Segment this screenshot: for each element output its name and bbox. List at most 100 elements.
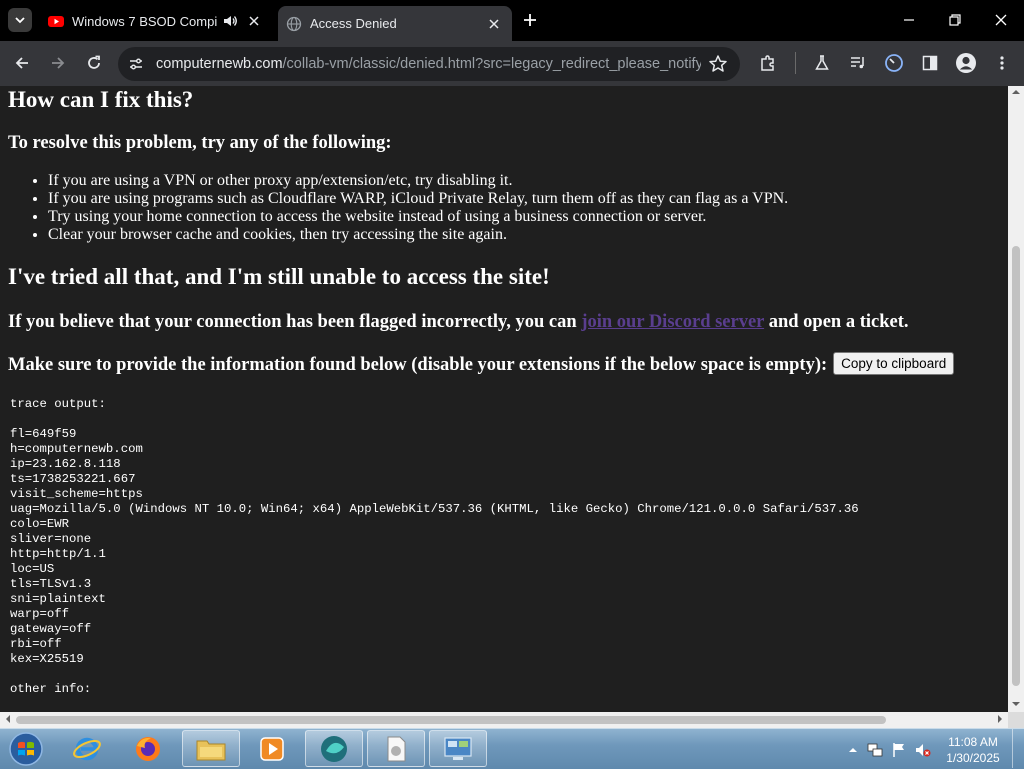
taskbar-document[interactable] [367,730,425,767]
bookmark-star-icon[interactable] [708,54,728,74]
list-item: Try using your home connection to access… [48,208,788,226]
extensions-button[interactable] [757,52,779,74]
document-icon [387,736,406,761]
taskbar-explorer[interactable] [182,730,240,767]
music-queue-icon [851,57,864,69]
site-info-icon[interactable] [124,52,148,76]
tab-search-button[interactable] [8,8,32,32]
youtube-icon [48,16,64,27]
list-item: If you are using a VPN or other proxy ap… [48,172,788,190]
flagged-text: If you believe that your connection has … [8,312,582,332]
globe-icon [286,16,302,31]
side-panel-button[interactable] [919,52,941,74]
avatar-icon [956,53,976,73]
tab-access-denied[interactable]: Access Denied [278,6,512,41]
menu-button[interactable] [991,52,1013,74]
heading-still-unable: I've tried all that, and I'm still unabl… [8,264,550,289]
page-content: How can I fix this? To resolve this prob… [0,86,1008,712]
heading-how-to-fix: How can I fix this? [8,87,194,112]
speaker-icon[interactable] [222,13,238,29]
explorer-icon [196,740,226,760]
close-icon [995,14,1007,26]
close-tab-icon[interactable] [484,14,504,34]
scroll-down-icon[interactable] [1012,700,1020,708]
tab-title: Access Denied [310,16,397,31]
flag-icon [893,743,904,757]
windows-orb-icon [9,732,43,766]
puzzle-icon [761,55,774,71]
flask-icon [815,55,829,70]
firefox-icon [136,736,160,761]
provide-info-text: Make sure to provide the information fou… [8,355,828,375]
list-item: Clear your browser cache and cookies, th… [48,226,788,244]
taskbar-media-player[interactable] [243,730,301,767]
volume-muted-icon [916,744,931,757]
url-host: computernewb.com [156,56,283,72]
media-controls-button[interactable] [847,52,869,74]
restore-icon [949,14,961,26]
tray-network[interactable] [867,742,883,758]
profile-button[interactable] [955,52,977,74]
back-button[interactable] [10,51,34,75]
taskbar-vm-client[interactable] [305,730,363,767]
tray-volume[interactable] [915,742,931,758]
plus-icon [524,14,536,26]
chevron-down-icon [15,17,25,24]
taskbar: 11:08 AM 1/30/2025 [0,728,1024,769]
tab-youtube[interactable]: Windows 7 BSOD Compilation [40,6,272,36]
trace-output: trace output: fl=649f59 h=computernewb.c… [10,397,859,696]
taskbar-clock[interactable]: 11:08 AM 1/30/2025 [940,734,1006,766]
minimize-icon [904,19,914,21]
list-item: If you are using programs such as Cloudf… [48,190,788,208]
media-player-icon [260,736,284,761]
scroll-right-icon[interactable] [996,715,1004,723]
control-panel-icon [444,736,472,760]
toolbar-separator [795,52,796,74]
url-text: computernewb.com/collab-vm/classic/denie… [156,56,701,72]
discord-link[interactable]: join our Discord server [581,312,764,332]
taskbar-ie[interactable] [58,730,116,767]
vertical-scrollbar[interactable] [1008,86,1024,712]
flagged-text-end: and open a ticket. [764,312,909,332]
labs-button[interactable] [811,52,833,74]
fix-list: If you are using a VPN or other proxy ap… [0,172,788,244]
start-button[interactable] [6,731,46,767]
show-hidden-icons-button[interactable] [845,742,861,758]
tray-action-center[interactable] [891,742,907,758]
network-icon [867,743,883,757]
speedometer-icon [885,54,903,72]
more-vert-icon [1000,56,1004,70]
side-panel-icon [922,55,938,71]
arrow-left-icon [15,57,28,69]
arrow-right-icon [52,57,65,69]
forward-button[interactable] [46,51,70,75]
scroll-corner [1008,712,1024,728]
restore-button[interactable] [935,8,975,32]
close-window-button[interactable] [981,8,1021,32]
chevron-up-icon [849,748,857,752]
clock-time: 11:08 AM [948,735,998,749]
vm-client-icon [321,735,347,762]
ie-icon [73,737,101,760]
new-tab-button[interactable] [520,10,540,30]
provide-info-paragraph: Make sure to provide the information fou… [8,352,955,376]
horizontal-scrollbar[interactable] [0,712,1008,728]
copy-to-clipboard-button[interactable]: Copy to clipboard [833,352,955,375]
scroll-up-icon[interactable] [1012,88,1020,96]
vertical-scroll-thumb[interactable] [1012,246,1020,686]
reload-button[interactable] [82,51,106,75]
browser-toolbar: computernewb.com/collab-vm/classic/denie… [0,41,1024,86]
show-desktop-button[interactable] [1012,729,1024,768]
scroll-left-icon[interactable] [4,715,12,723]
close-tab-icon[interactable] [244,11,264,31]
horizontal-scroll-thumb[interactable] [16,716,886,724]
taskbar-control-panel[interactable] [429,730,487,767]
reload-icon [88,55,100,69]
clock-date: 1/30/2025 [946,751,1000,765]
address-bar[interactable]: computernewb.com/collab-vm/classic/denie… [118,47,740,81]
flagged-paragraph: If you believe that your connection has … [8,312,909,333]
performance-button[interactable] [883,52,905,74]
taskbar-firefox[interactable] [119,730,177,767]
tab-strip: Windows 7 BSOD Compilation Access Denied [0,0,1024,41]
minimize-button[interactable] [889,8,929,32]
